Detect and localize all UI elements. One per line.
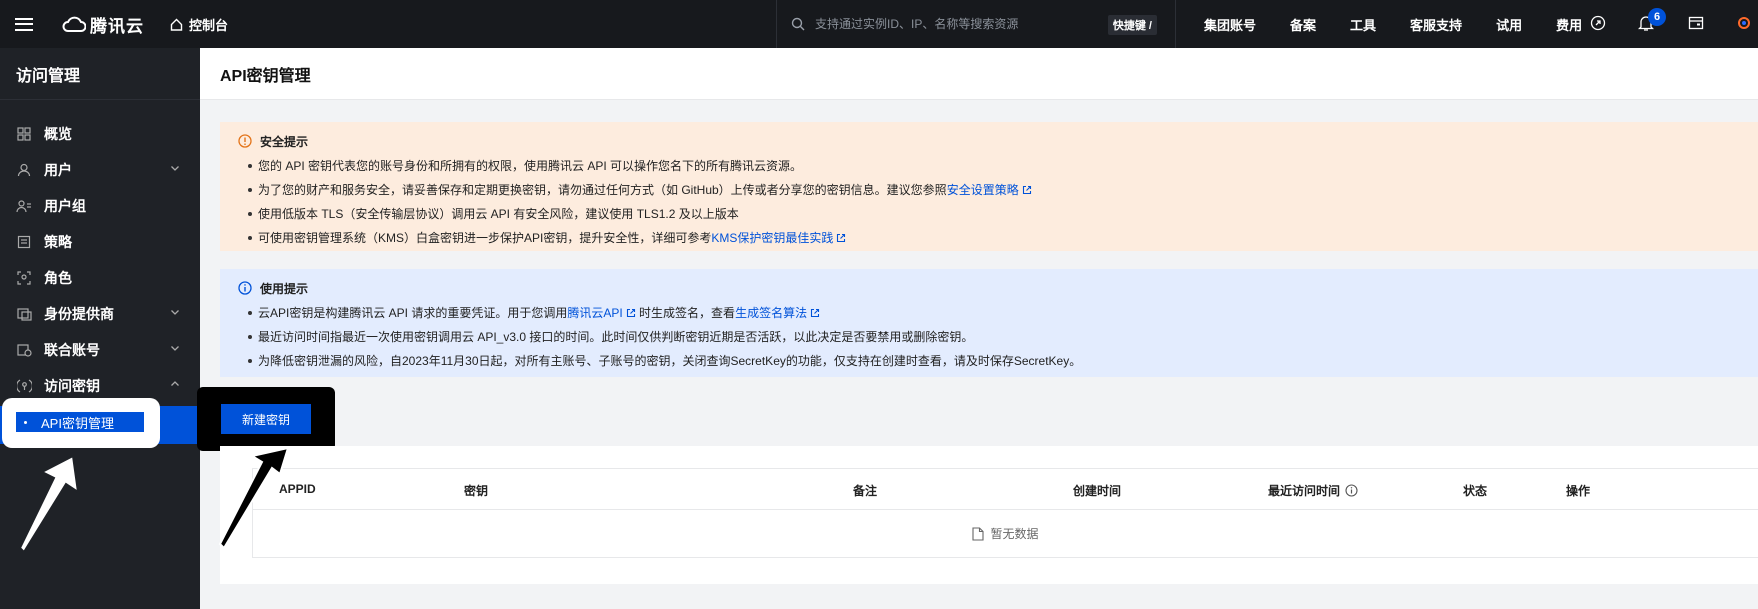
warning-icon	[238, 134, 252, 148]
column-header-key: 密钥	[464, 484, 489, 498]
column-header-last-access: 最近访问时间	[1268, 482, 1358, 499]
global-search: 快捷键 /	[776, 0, 1176, 48]
column-header-remark: 备注	[853, 484, 878, 498]
sidebar-item-overview[interactable]: 概览	[0, 116, 200, 152]
external-link-icon	[626, 308, 635, 318]
sidebar-item-label: 身份提供商	[44, 306, 114, 322]
wallet-icon[interactable]	[1688, 15, 1704, 31]
table-header: APPID 密钥 备注 创建时间 最近访问时间 状态 操作	[252, 468, 1758, 510]
search-icon	[791, 17, 805, 31]
security-notice: 安全提示 您的 API 密钥代表您的账号身份和所拥有的权限，使用腾讯云 API …	[220, 122, 1758, 251]
sidebar-item-user-groups[interactable]: 用户组	[0, 188, 200, 224]
notification-badge: 6	[1648, 8, 1666, 26]
external-link-icon	[811, 308, 820, 318]
sidebar-item-label: 用户	[44, 162, 72, 178]
security-notice-line: 使用低版本 TLS（安全传输层协议）调用云 API 有安全风险，建议使用 TLS…	[238, 202, 1758, 226]
black-pointer-arrow-icon	[218, 446, 290, 550]
api-key-table: APPID 密钥 备注 创建时间 最近访问时间 状态 操作 暂无数据	[220, 446, 1758, 584]
chevron-down-icon	[171, 166, 179, 171]
info-icon[interactable]	[1345, 484, 1358, 497]
info-icon	[238, 281, 252, 295]
usage-notice-line: 云API密钥是构建腾讯云 API 请求的重要凭证。用于您调用腾讯云API 时生成…	[238, 301, 1758, 325]
security-policy-link[interactable]: 安全设置策略	[947, 183, 1019, 197]
page-title: API密钥管理	[200, 48, 1758, 100]
usage-notice: 使用提示 云API密钥是构建腾讯云 API 请求的重要凭证。用于您调用腾讯云AP…	[220, 269, 1758, 377]
security-notice-title: 安全提示	[260, 134, 309, 149]
sidebar-item-policies[interactable]: 策略	[0, 224, 200, 260]
tencent-cloud-api-link[interactable]: 腾讯云API	[567, 306, 622, 320]
security-notice-line: 可使用密钥管理系统（KMS）白盒密钥进一步保护API密钥，提升安全性，详细可参考…	[238, 226, 1758, 250]
link-icon[interactable]	[1590, 15, 1606, 31]
signature-algorithm-link[interactable]: 生成签名算法	[735, 306, 807, 320]
main-content: API密钥管理 安全提示 您的 API 密钥代表您的账号身份和所拥有的权限，使用…	[197, 48, 1758, 609]
new-key-button[interactable]: 新建密钥	[221, 404, 311, 434]
usage-notice-title: 使用提示	[260, 281, 309, 296]
policy-icon	[16, 234, 32, 250]
sidebar-item-label: 访问密钥	[44, 378, 100, 394]
nav-billing[interactable]: 费用	[1556, 15, 1582, 34]
security-notice-line: 为了您的财产和服务安全，请妥善保存和定期更换密钥，请勿通过任何方式（如 GitH…	[238, 178, 1758, 202]
kms-best-practice-link[interactable]: KMS保护密钥最佳实践	[711, 231, 833, 245]
sidebar-item-label: 用户组	[44, 198, 86, 214]
menu-icon[interactable]	[0, 0, 48, 48]
chevron-down-icon	[171, 346, 179, 351]
console-link[interactable]: 控制台	[170, 15, 228, 34]
cloud-logo-icon	[62, 16, 86, 32]
shortcut-hint: 快捷键 /	[1107, 15, 1157, 35]
document-icon	[972, 526, 985, 541]
column-header-created-time: 创建时间	[1073, 484, 1122, 498]
nav-trial[interactable]: 试用	[1496, 15, 1522, 34]
sidebar-item-roles[interactable]: 角色	[0, 260, 200, 296]
white-pointer-arrow-icon	[18, 454, 80, 554]
brand-name: 腾讯云	[90, 16, 144, 36]
security-notice-line: 您的 API 密钥代表您的账号身份和所拥有的权限，使用腾讯云 API 可以操作您…	[238, 154, 1758, 178]
user-group-icon	[16, 198, 32, 214]
nav-tools[interactable]: 工具	[1350, 15, 1376, 34]
usage-notice-line: 为降低密钥泄漏的风险，自2023年11月30日起，对所有主账号、子账号的密钥，关…	[238, 349, 1758, 373]
nav-group-account[interactable]: 集团账号	[1204, 15, 1256, 34]
sidebar-item-identity-providers[interactable]: 身份提供商	[0, 296, 200, 332]
usage-notice-line: 最近访问时间指最近一次使用密钥调用云 API_v3.0 接口的时间。此时间仅供判…	[238, 325, 1758, 349]
column-header-actions: 操作	[1566, 484, 1591, 498]
sidebar-subitem-label: API密钥管理	[41, 415, 114, 431]
empty-text: 暂无数据	[990, 527, 1039, 541]
chevron-up-icon	[171, 381, 179, 386]
nav-support[interactable]: 客服支持	[1410, 15, 1462, 34]
sidebar-item-label: 策略	[44, 234, 72, 250]
app-icon[interactable]	[1736, 15, 1752, 31]
user-icon	[16, 162, 32, 178]
sidebar-item-label: 联合账号	[44, 342, 100, 358]
sidebar-item-label: 概览	[44, 126, 72, 142]
external-link-icon	[837, 233, 846, 243]
sidebar-title: 访问管理	[0, 48, 200, 100]
sidebar-item-federated-accounts[interactable]: 联合账号	[0, 332, 200, 368]
identity-provider-icon	[16, 306, 32, 322]
home-icon	[170, 18, 183, 31]
sidebar-item-label: 角色	[44, 270, 72, 286]
nav-icp-filing[interactable]: 备案	[1290, 15, 1316, 34]
role-icon	[16, 270, 32, 286]
external-link-icon	[1022, 185, 1031, 195]
sidebar-subitem-api-key-management[interactable]: API密钥管理	[16, 412, 144, 432]
key-icon	[16, 378, 32, 394]
top-bar: 腾讯云 控制台 快捷键 / 集团账号 备案 工具 客服支持 试用 费用 6	[0, 0, 1758, 48]
top-nav: 集团账号 备案 工具 客服支持 试用 费用	[1204, 0, 1616, 48]
grid-icon	[16, 126, 32, 142]
table-empty-state: 暂无数据	[252, 510, 1758, 558]
brand-logo[interactable]: 腾讯云	[62, 12, 144, 37]
sidebar-item-users[interactable]: 用户	[0, 152, 200, 188]
column-header-status: 状态	[1463, 484, 1488, 498]
chevron-down-icon	[171, 310, 179, 315]
federated-account-icon	[16, 342, 32, 358]
search-input[interactable]	[815, 17, 1105, 31]
